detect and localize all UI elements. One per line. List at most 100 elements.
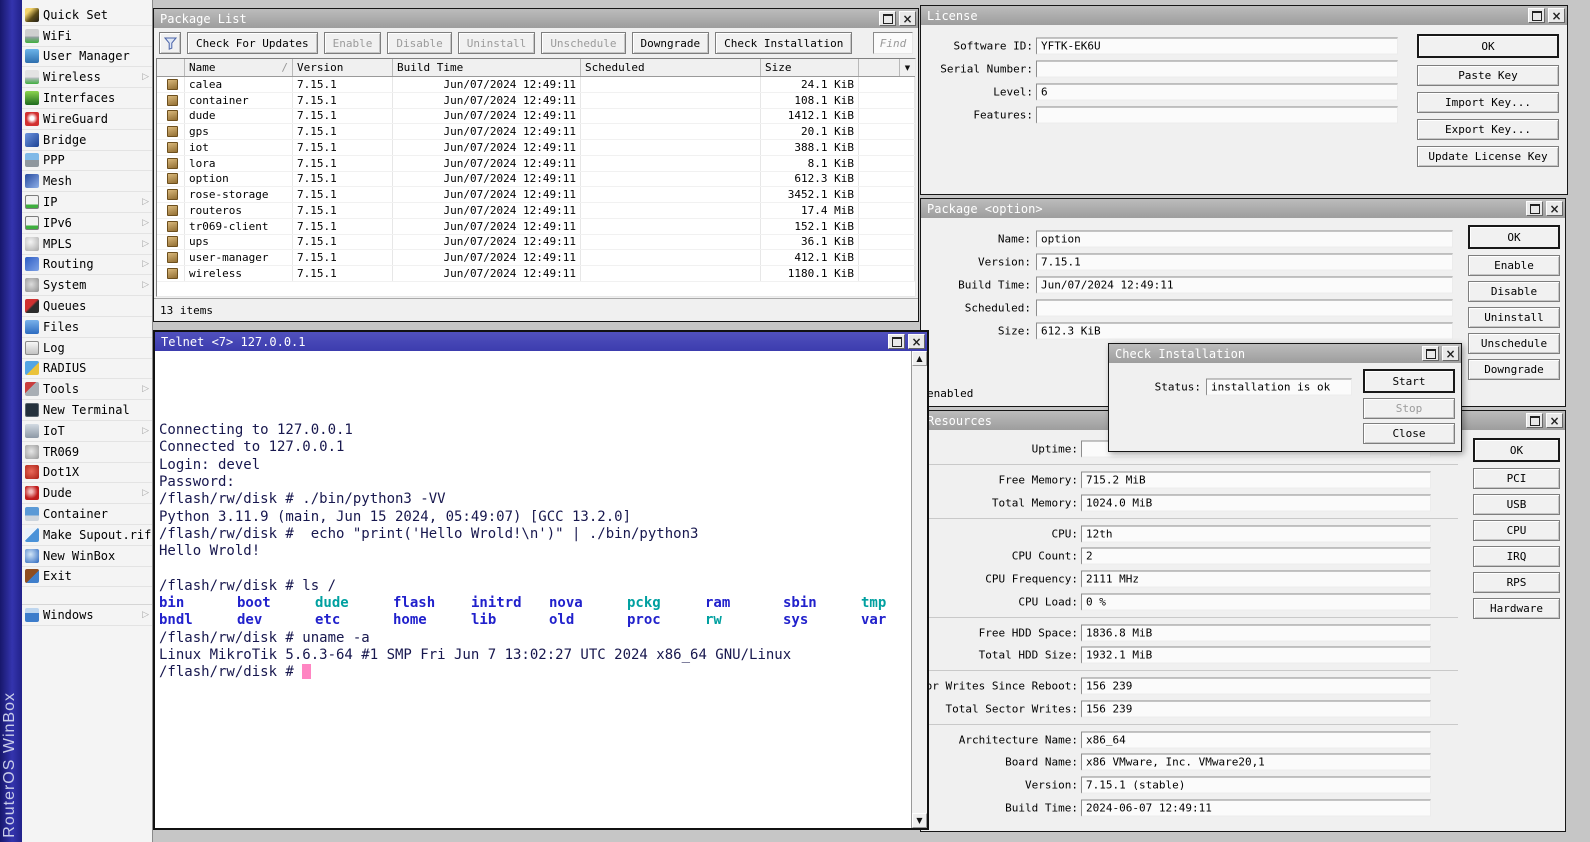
find-box[interactable]: Find <box>873 32 913 54</box>
disable-button[interactable]: Disable <box>1468 281 1560 302</box>
sidebar-item-wifi[interactable]: WiFi <box>22 26 152 47</box>
usb-button[interactable]: USB <box>1473 494 1560 515</box>
scheduled-field[interactable] <box>1036 299 1453 316</box>
sidebar-item-routing[interactable]: Routing▷ <box>22 255 152 276</box>
irq-button[interactable]: IRQ <box>1473 546 1560 567</box>
sidebar-item-wireless[interactable]: Wireless▷ <box>22 67 152 88</box>
header-name[interactable]: Name/ <box>185 59 293 76</box>
maximize-button[interactable] <box>1526 413 1543 428</box>
uninstall-button[interactable]: Uninstall <box>1468 307 1560 328</box>
serial-number-field[interactable] <box>1036 60 1398 77</box>
check-for-updates-button[interactable]: Check For Updates <box>187 32 318 54</box>
export-key-button[interactable]: Export Key... <box>1417 119 1559 140</box>
close-button[interactable]: × <box>1548 8 1565 23</box>
free-memory-field[interactable]: 715.2 MiB <box>1081 472 1431 489</box>
version-field[interactable]: 7.15.1 <box>1036 253 1453 270</box>
sidebar-item-quick-set[interactable]: Quick Set <box>22 5 152 26</box>
table-row[interactable]: wireless7.15.1Jun/07/2024 12:49:111180.1… <box>157 266 915 282</box>
sidebar-item-queues[interactable]: Queues <box>22 296 152 317</box>
sidebar-item-user-manager[interactable]: User Manager <box>22 47 152 68</box>
ok-button[interactable]: OK <box>1468 225 1560 249</box>
sidebar-item-tr069[interactable]: TR069 <box>22 442 152 463</box>
sidebar-item-ip[interactable]: IP▷ <box>22 192 152 213</box>
hardware-button[interactable]: Hardware <box>1473 598 1560 619</box>
cpu-count-field[interactable]: 2 <box>1081 548 1431 565</box>
sidebar-item-make-supout-rif[interactable]: Make Supout.rif <box>22 525 152 546</box>
close-button[interactable]: × <box>899 11 916 26</box>
table-row[interactable]: rose-storage7.15.1Jun/07/2024 12:49:1134… <box>157 187 915 203</box>
sidebar-item-mesh[interactable]: Mesh <box>22 171 152 192</box>
header-size[interactable]: Size <box>761 59 859 76</box>
table-row[interactable]: lora7.15.1Jun/07/2024 12:49:118.1 KiB <box>157 156 915 172</box>
close-button[interactable]: × <box>908 334 925 349</box>
scroll-down-icon[interactable]: ▼ <box>912 813 927 828</box>
maximize-button[interactable] <box>879 11 896 26</box>
total-memory-field[interactable]: 1024.0 MiB <box>1081 494 1431 511</box>
pci-button[interactable]: PCI <box>1473 468 1560 489</box>
level-field[interactable]: 6 <box>1036 83 1398 100</box>
sidebar-item-ppp[interactable]: PPP <box>22 151 152 172</box>
features-field[interactable] <box>1036 106 1398 123</box>
enable-button[interactable]: Enable <box>1468 255 1560 276</box>
sidebar-item-wireguard[interactable]: WireGuard <box>22 109 152 130</box>
sidebar-item-radius[interactable]: RADIUS <box>22 359 152 380</box>
build-time-field[interactable]: 2024-06-07 12:49:11 <box>1081 799 1431 816</box>
sidebar-item-bridge[interactable]: Bridge <box>22 130 152 151</box>
uninstall-button[interactable]: Uninstall <box>458 32 536 54</box>
name-field[interactable]: option <box>1036 230 1453 247</box>
paste-key-button[interactable]: Paste Key <box>1417 65 1559 86</box>
table-row[interactable]: container7.15.1Jun/07/2024 12:49:11108.1… <box>157 93 915 109</box>
disable-button[interactable]: Disable <box>387 32 451 54</box>
close-button[interactable]: × <box>1442 346 1459 361</box>
architecture-name-field[interactable]: x86_64 <box>1081 731 1431 748</box>
table-row[interactable]: tr069-client7.15.1Jun/07/2024 12:49:1115… <box>157 219 915 235</box>
version-field[interactable]: 7.15.1 (stable) <box>1081 777 1431 794</box>
sidebar-item-new-terminal[interactable]: New Terminal <box>22 400 152 421</box>
telnet-titlebar[interactable]: Telnet <7> 127.0.0.1 × <box>155 332 927 351</box>
table-row[interactable]: user-manager7.15.1Jun/07/2024 12:49:1141… <box>157 250 915 266</box>
table-row[interactable]: iot7.15.1Jun/07/2024 12:49:11388.1 KiB <box>157 140 915 156</box>
terminal-scrollbar[interactable]: ▲ ▼ <box>911 351 927 828</box>
import-key-button[interactable]: Import Key... <box>1417 92 1559 113</box>
maximize-button[interactable] <box>1528 8 1545 23</box>
sidebar-item-log[interactable]: Log <box>22 338 152 359</box>
license-titlebar[interactable]: License × <box>921 6 1567 25</box>
sidebar-item-iot[interactable]: IoT▷ <box>22 421 152 442</box>
maximize-button[interactable] <box>1422 346 1439 361</box>
sidebar-item-new-winbox[interactable]: New WinBox <box>22 546 152 567</box>
update-license-key-button[interactable]: Update License Key <box>1417 146 1559 167</box>
start-button[interactable]: Start <box>1363 369 1455 393</box>
total-sector-writes-field[interactable]: 156 239 <box>1081 700 1431 717</box>
maximize-button[interactable] <box>1526 201 1543 216</box>
rps-button[interactable]: RPS <box>1473 572 1560 593</box>
sidebar-item-exit[interactable]: Exit <box>22 567 152 588</box>
sidebar-item-container[interactable]: Container <box>22 504 152 525</box>
cpu-frequency-field[interactable]: 2111 MHz <box>1081 571 1431 588</box>
table-row[interactable]: gps7.15.1Jun/07/2024 12:49:1120.1 KiB <box>157 124 915 140</box>
maximize-button[interactable] <box>888 334 905 349</box>
sector-writes-since-reboot-field[interactable]: 156 239 <box>1081 678 1431 695</box>
table-row[interactable]: dude7.15.1Jun/07/2024 12:49:111412.1 KiB <box>157 109 915 125</box>
status-field[interactable]: installation is ok <box>1206 378 1352 395</box>
build-time-field[interactable]: Jun/07/2024 12:49:11 <box>1036 276 1453 293</box>
table-row[interactable]: calea7.15.1Jun/07/2024 12:49:1124.1 KiB <box>157 77 915 93</box>
downgrade-button[interactable]: Downgrade <box>632 32 710 54</box>
filter-button[interactable] <box>159 32 181 54</box>
free-hdd-space-field[interactable]: 1836.8 MiB <box>1081 624 1431 641</box>
header-version[interactable]: Version <box>293 59 393 76</box>
enable-button[interactable]: Enable <box>324 32 382 54</box>
ok-button[interactable]: OK <box>1417 34 1559 58</box>
sidebar-item-system[interactable]: System▷ <box>22 275 152 296</box>
downgrade-button[interactable]: Downgrade <box>1468 359 1560 380</box>
sidebar-item-files[interactable]: Files <box>22 317 152 338</box>
table-row[interactable]: routeros7.15.1Jun/07/2024 12:49:1117.4 M… <box>157 203 915 219</box>
table-row[interactable]: ups7.15.1Jun/07/2024 12:49:1136.1 KiB <box>157 235 915 251</box>
sidebar-item-windows[interactable]: Windows▷ <box>22 605 152 626</box>
sidebar-item-tools[interactable]: Tools▷ <box>22 379 152 400</box>
total-hdd-size-field[interactable]: 1932.1 MiB <box>1081 647 1431 664</box>
close-button[interactable]: Close <box>1363 423 1455 444</box>
column-menu-button[interactable]: ▼ <box>899 59 915 76</box>
sidebar-item-ipv6[interactable]: IPv6▷ <box>22 213 152 234</box>
terminal-output[interactable]: Connecting to 127.0.0.1Connected to 127.… <box>155 351 911 828</box>
board-name-field[interactable]: x86 VMware, Inc. VMware20,1 <box>1081 754 1431 771</box>
